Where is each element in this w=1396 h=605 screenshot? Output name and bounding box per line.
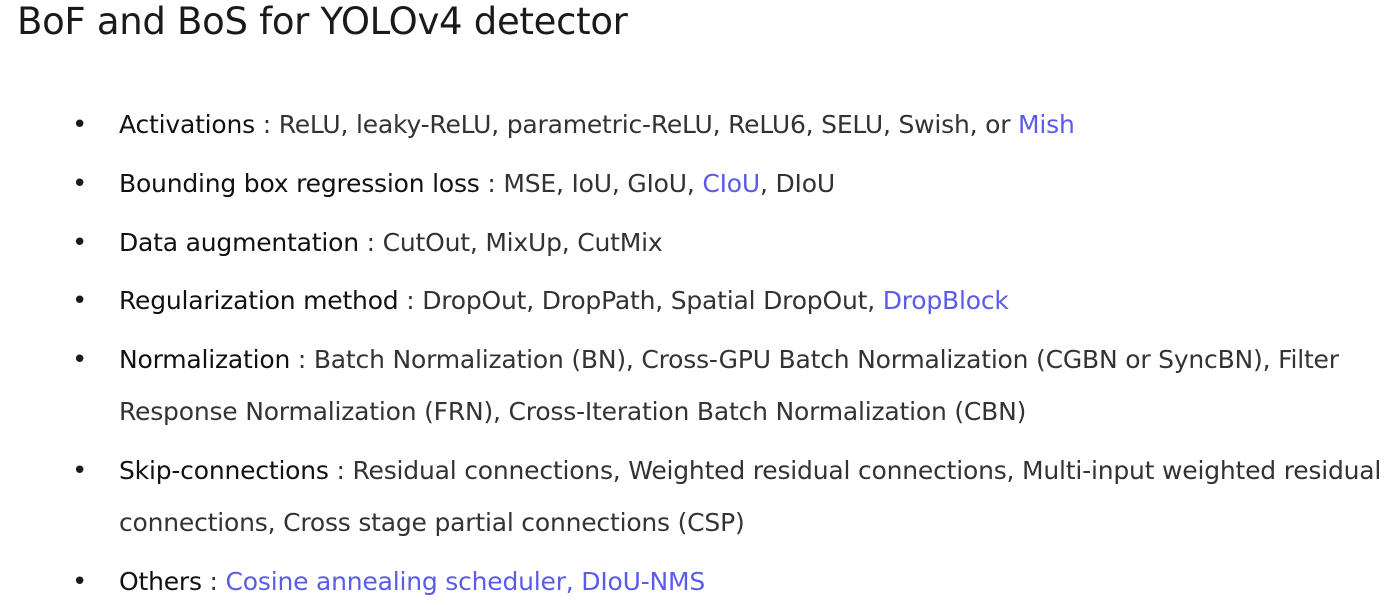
- list-item-text: Others : Cosine annealing scheduler, DIo…: [119, 556, 1389, 605]
- list-item-text: Skip-connections : Residual connections,…: [119, 445, 1389, 549]
- bullet-icon: •: [72, 567, 88, 597]
- list-item-text: Data augmentation : CutOut, MixUp, CutMi…: [119, 217, 1389, 269]
- list-item-text: Activations : ReLU, leaky-ReLU, parametr…: [119, 99, 1389, 151]
- list-item-value: DropOut, DropPath, Spatial DropOut,: [422, 286, 883, 315]
- list-item-label: Regularization method: [119, 286, 399, 315]
- bullet-icon: •: [72, 169, 88, 199]
- list-item-separator: :: [254, 110, 279, 139]
- list-item-label: Data augmentation: [119, 228, 359, 257]
- bullet-icon: •: [72, 456, 88, 486]
- list-item-text: Normalization : Batch Normalization (BN)…: [119, 334, 1389, 438]
- list-item-text: Bounding box regression loss : MSE, IoU,…: [119, 158, 1389, 210]
- bullet-icon: •: [72, 228, 88, 258]
- list-item-separator: :: [328, 456, 353, 485]
- list-item-text: Regularization method : DropOut, DropPat…: [119, 275, 1389, 327]
- list-item-label: Skip-connections: [119, 456, 329, 485]
- list-item-highlight: CIoU: [702, 169, 760, 198]
- list-item-separator: :: [201, 567, 226, 596]
- list-item-value: CutOut, MixUp, CutMix: [382, 228, 663, 257]
- list-item-label: Activations: [119, 110, 255, 139]
- list-item-label: Bounding box regression loss: [119, 169, 480, 198]
- bullet-icon: •: [72, 345, 88, 375]
- bullet-icon: •: [72, 110, 88, 140]
- bullet-icon: •: [72, 286, 88, 316]
- list-item-tail: , DIoU: [760, 169, 835, 198]
- list-item-highlight: Mish: [1018, 110, 1075, 139]
- list-item-separator: :: [358, 228, 383, 257]
- list-item-separator: :: [290, 345, 314, 374]
- list-item-separator: :: [398, 286, 423, 315]
- list-item-value: ReLU, leaky-ReLU, parametric-ReLU, ReLU6…: [278, 110, 1019, 139]
- list-item-highlight: Cosine annealing scheduler, DIoU-NMS: [225, 567, 706, 596]
- page-title: BoF and BoS for YOLOv4 detector: [17, 0, 628, 43]
- list-item-highlight: DropBlock: [882, 286, 1009, 315]
- list-item-label: Normalization: [119, 345, 291, 374]
- list-item-separator: :: [479, 169, 504, 198]
- list-item-label: Others: [119, 567, 202, 596]
- list-item-value: MSE, IoU, GIoU,: [503, 169, 703, 198]
